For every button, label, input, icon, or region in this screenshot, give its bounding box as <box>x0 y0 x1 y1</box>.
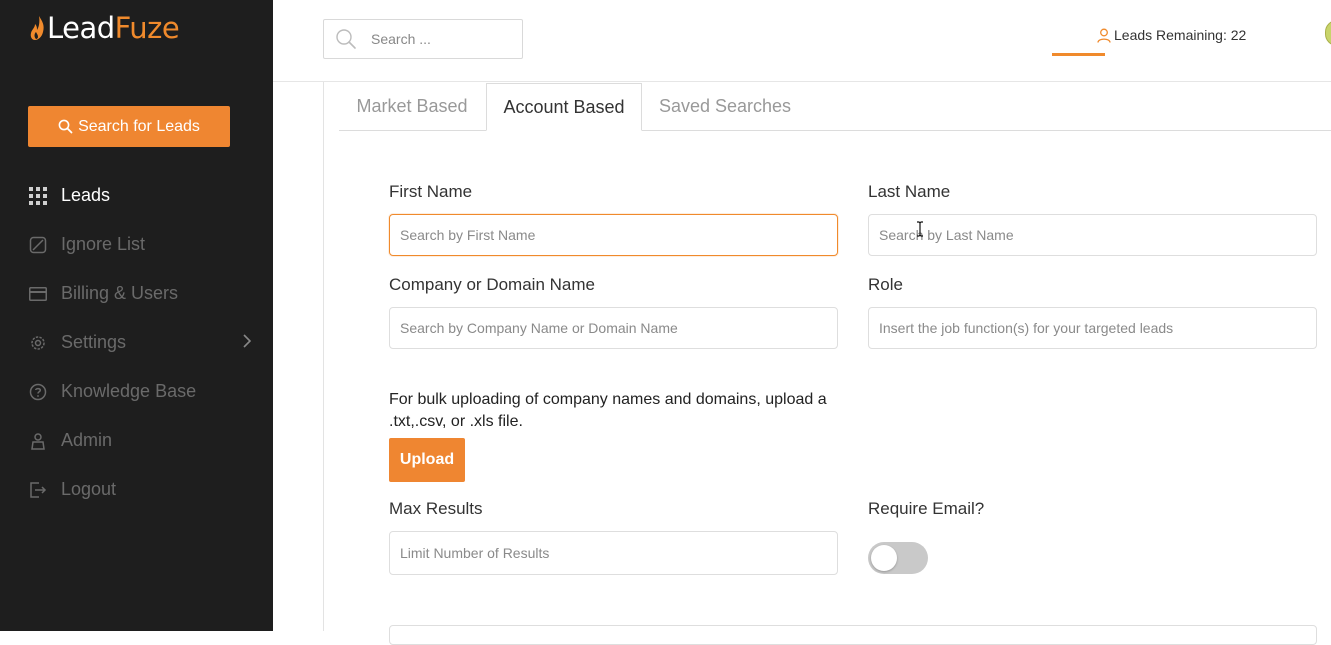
credit-card-icon <box>28 284 47 303</box>
sidebar-nav: Leads Ignore List Billing & Users Settin… <box>0 171 273 514</box>
tab-label: Account Based <box>503 96 625 117</box>
max-results-label: Max Results <box>389 499 483 518</box>
sidebar-item-admin[interactable]: Admin <box>0 416 273 465</box>
search-for-leads-button[interactable]: Search for Leads <box>28 106 230 147</box>
sidebar-item-label: Knowledge Base <box>61 381 197 401</box>
logout-icon <box>28 480 47 499</box>
tab-label: Saved Searches <box>658 95 792 116</box>
role-label: Role <box>868 275 903 294</box>
first-name-label: First Name <box>389 182 473 201</box>
sidebar-item-label: Leads <box>61 185 111 205</box>
content-divider <box>323 82 324 631</box>
flame-icon <box>30 16 44 40</box>
company-domain-field[interactable] <box>389 307 838 349</box>
sidebar-item-ignore-list[interactable]: Ignore List <box>0 220 273 269</box>
active-indicator <box>1052 53 1105 56</box>
sidebar-item-label: Admin <box>61 430 113 450</box>
admin-icon <box>28 431 47 450</box>
logo-text-fuze: Fuze <box>114 11 180 45</box>
bulk-upload-instructions: For bulk uploading of company names and … <box>389 391 827 430</box>
role-field[interactable] <box>868 307 1317 349</box>
leadfuze-logo[interactable]: Lead Fuze <box>30 8 180 48</box>
gear-icon <box>28 333 47 352</box>
sidebar-item-label: Settings <box>61 332 127 352</box>
sidebar: Lead Fuze Search for Leads Leads Ignore … <box>0 0 273 631</box>
global-search-input[interactable] <box>369 30 513 48</box>
sidebar-item-settings[interactable]: Settings <box>0 318 273 367</box>
avatar[interactable] <box>1325 20 1331 46</box>
logo-text-lead: Lead <box>47 11 115 45</box>
sidebar-item-billing-users[interactable]: Billing & Users <box>0 269 273 318</box>
company-label: Company or Domain Name <box>389 275 595 294</box>
sidebar-item-label: Ignore List <box>61 234 146 254</box>
top-bar: Leads Remaining: 22 <box>273 0 1331 82</box>
sidebar-item-leads[interactable]: Leads <box>0 171 273 220</box>
last-name-field[interactable] <box>868 214 1317 256</box>
sidebar-item-knowledge-base[interactable]: Knowledge Base <box>0 367 273 416</box>
require-email-toggle[interactable] <box>868 542 928 574</box>
grid-icon <box>28 186 47 205</box>
sidebar-item-logout[interactable]: Logout <box>0 465 273 514</box>
last-name-label: Last Name <box>868 182 951 201</box>
user-icon <box>1097 28 1111 43</box>
upload-button[interactable]: Upload <box>389 438 465 482</box>
upload-button-label: Upload <box>399 451 455 468</box>
leads-remaining-text: Leads Remaining: 22 <box>1114 27 1247 43</box>
tab-saved-searches[interactable]: Saved Searches <box>643 83 807 129</box>
first-name-field[interactable] <box>389 214 838 256</box>
ignore-icon <box>28 235 47 254</box>
search-tabs: Market Based Account Based Saved Searche… <box>339 83 1331 131</box>
tab-market-based[interactable]: Market Based <box>339 83 485 129</box>
tab-label: Market Based <box>356 95 468 116</box>
max-results-field[interactable] <box>389 531 838 575</box>
search-icon <box>336 29 356 49</box>
sidebar-item-label: Logout <box>61 479 117 499</box>
search-icon <box>58 119 73 134</box>
chevron-right-icon <box>243 334 251 348</box>
bottom-panel <box>389 625 1317 645</box>
search-for-leads-label: Search for Leads <box>78 117 200 135</box>
leads-remaining: Leads Remaining: 22 <box>1097 27 1246 43</box>
toggle-knob <box>871 545 897 571</box>
text-cursor-icon <box>917 221 923 237</box>
sidebar-item-label: Billing & Users <box>61 283 179 303</box>
help-circle-icon <box>28 382 47 401</box>
require-email-label: Require Email? <box>868 499 985 518</box>
tab-account-based[interactable]: Account Based <box>486 83 642 131</box>
global-search[interactable] <box>323 19 523 59</box>
